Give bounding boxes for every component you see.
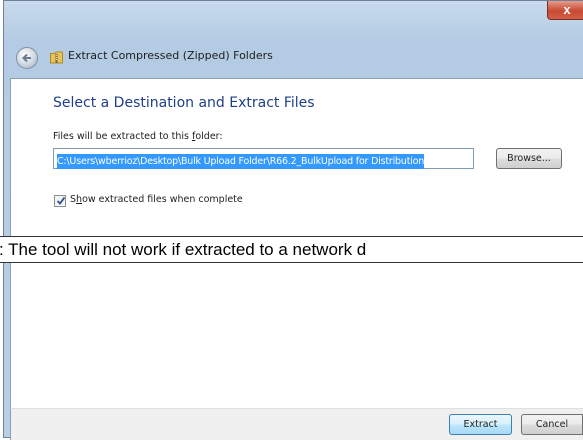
show-files-checkbox[interactable] [54, 195, 66, 207]
note-text: : The tool will not work if extracted to… [0, 240, 367, 259]
zip-folder-icon [50, 51, 63, 64]
back-arrow-icon [22, 53, 31, 63]
destination-path-input[interactable]: C:\Users\wberrioz\Desktop\Bulk Upload Fo… [53, 148, 474, 169]
destination-label-pre: Files will be extracted to this [53, 131, 192, 142]
show-files-label-post: ow extracted files when complete [82, 194, 243, 205]
note-banner: : The tool will not work if extracted to… [0, 236, 583, 263]
content-panel: Select a Destination and Extract Files F… [10, 78, 583, 239]
destination-path-value: C:\Users\wberrioz\Desktop\Bulk Upload Fo… [57, 154, 425, 169]
destination-label: Files will be extracted to this folder: [53, 131, 223, 142]
page-heading: Select a Destination and Extract Files [53, 95, 315, 111]
back-button[interactable] [16, 47, 38, 69]
extract-button[interactable]: Extract [449, 414, 512, 435]
close-button[interactable]: x [547, 1, 583, 20]
content-panel-lower [10, 263, 583, 408]
cancel-button[interactable]: Cancel [521, 414, 583, 435]
checkmark-icon [56, 196, 66, 205]
title-bar: x [4, 1, 583, 29]
show-files-label[interactable]: Show extracted files when complete [70, 194, 243, 205]
dialog-window: x Extract Compressed (Zipped) Folders Se… [3, 0, 583, 440]
destination-label-post: older: [195, 131, 223, 142]
window-title: Extract Compressed (Zipped) Folders [68, 49, 273, 62]
nav-bar: Extract Compressed (Zipped) Folders [10, 39, 583, 75]
browse-button[interactable]: Browse... [496, 148, 562, 169]
